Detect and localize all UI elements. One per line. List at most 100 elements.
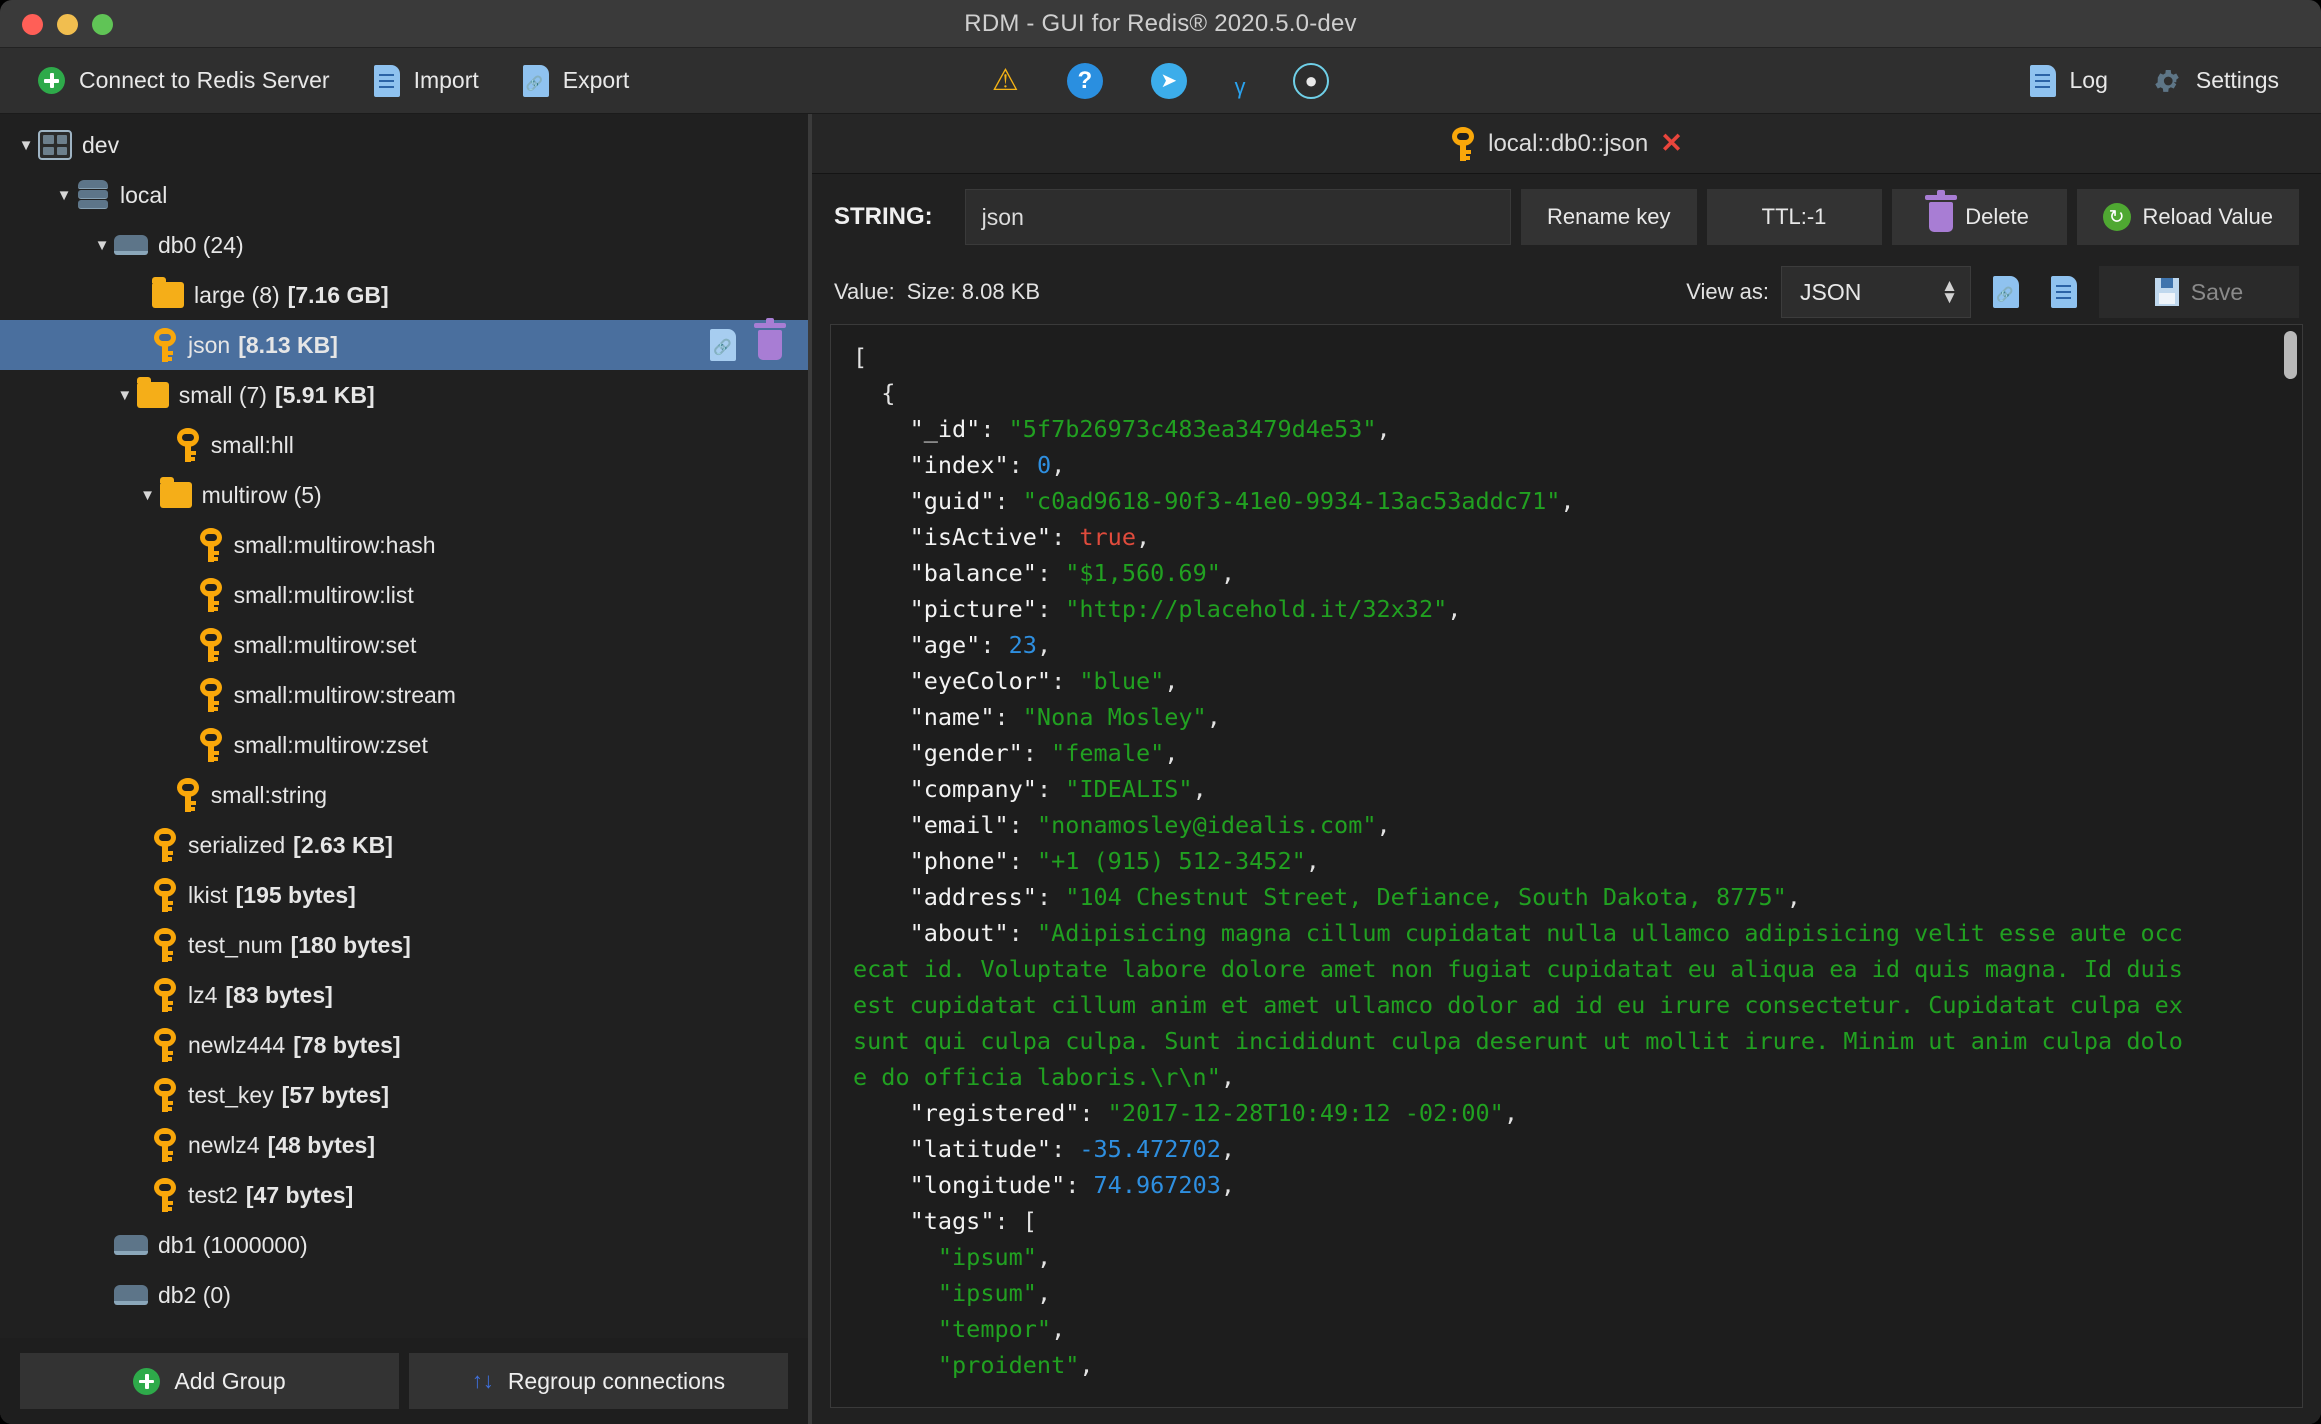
expand-arrow-icon[interactable]: ▼ xyxy=(136,487,160,504)
close-icon[interactable]: ✕ xyxy=(1660,130,1683,157)
server-icon xyxy=(76,179,110,211)
scrollbar-thumb[interactable] xyxy=(2284,331,2297,379)
code-token: : xyxy=(1036,883,1066,911)
code-token: "http://placehold.it/32x32" xyxy=(1065,595,1448,623)
tree-item-db0-24[interactable]: ▼ db0 (24) xyxy=(0,220,808,270)
settings-button[interactable]: Settings xyxy=(2130,48,2301,114)
tree-item-db1-1000000[interactable]: ▼db1 (1000000) xyxy=(0,1220,808,1270)
tree-item-db2-0[interactable]: ▼db2 (0) xyxy=(0,1270,808,1320)
delete-key-button[interactable]: Delete xyxy=(1891,189,2067,245)
connect-label: Connect to Redis Server xyxy=(79,67,330,93)
tree-item-small-multirow-list[interactable]: ▼small:multirow:list xyxy=(0,570,808,620)
key-name-input[interactable]: json xyxy=(964,189,1512,245)
tree-item-newlz444[interactable]: ▼newlz444[78 bytes] xyxy=(0,1020,808,1070)
tree-item-small-7[interactable]: ▼ small (7) [5.91 KB] xyxy=(0,370,808,420)
plus-icon xyxy=(38,67,65,94)
tree-item-size: [195 bytes] xyxy=(235,881,356,908)
tree-item-label: small:multirow:stream xyxy=(233,681,456,708)
tree-item-small-multirow-stream[interactable]: ▼small:multirow:stream xyxy=(0,670,808,720)
rename-key-button[interactable]: Rename key xyxy=(1521,189,1697,245)
code-token: : [ xyxy=(994,1207,1037,1235)
tree-item-large-8[interactable]: ▼large (8)[7.16 GB] xyxy=(0,270,808,320)
code-token: [ xyxy=(853,343,868,371)
connection-tree[interactable]: ▼ dev ▼ local ▼ db0 (24) ▼ large (8) [7.16 GB] ▼ j… xyxy=(0,114,808,1338)
value-viewer[interactable]: [ { "_id": "5f7b26973c483ea3479d4e53", "… xyxy=(830,324,2303,1408)
expand-arrow-icon[interactable]: ▼ xyxy=(90,237,114,254)
tree-item-label: small:multirow:hash xyxy=(233,531,436,558)
github-icon[interactable]: ● xyxy=(1293,62,1330,99)
tree-item-size: [7.16 GB] xyxy=(287,281,389,308)
key-icon xyxy=(198,578,224,612)
value-size-label: Size: 8.08 KB xyxy=(906,279,1041,304)
expand-arrow-icon[interactable]: ▼ xyxy=(113,387,137,404)
tree-item-small-multirow-hash[interactable]: ▼small:multirow:hash xyxy=(0,520,808,570)
code-token: : xyxy=(1051,1135,1080,1163)
code-line: [ xyxy=(853,339,2284,375)
tree-item-size: [2.63 KB] xyxy=(293,831,393,858)
tree-item-small-string[interactable]: ▼small:string xyxy=(0,770,808,820)
tree-item-small-multirow-zset[interactable]: ▼small:multirow:zset xyxy=(0,720,808,770)
minimize-window-button[interactable] xyxy=(57,13,78,35)
tree-item-label: test_num xyxy=(188,931,283,958)
format-value-icon[interactable] xyxy=(2051,276,2077,308)
tree-item-test-num[interactable]: ▼test_num[180 bytes] xyxy=(0,920,808,970)
code-token: : xyxy=(1008,811,1037,839)
add-group-button[interactable]: Add Group xyxy=(20,1353,399,1409)
tree-item-multirow-5[interactable]: ▼ multirow (5) xyxy=(0,470,808,520)
telegram-icon[interactable]: ➤ xyxy=(1150,62,1187,99)
warning-icon[interactable]: ⚠ xyxy=(992,65,1019,96)
connect-to-redis-server-button[interactable]: Connect to Redis Server xyxy=(16,48,352,114)
code-token: : xyxy=(1051,667,1080,695)
regroup-connections-button[interactable]: ↑↓ Regroup connections xyxy=(409,1353,788,1409)
help-icon[interactable]: ? xyxy=(1066,62,1103,99)
ttl-button[interactable]: TTL:-1 xyxy=(1706,189,1882,245)
close-window-button[interactable] xyxy=(22,13,43,35)
tree-item-local[interactable]: ▼ local xyxy=(0,170,808,220)
tree-item-lkist[interactable]: ▼lkist[195 bytes] xyxy=(0,870,808,920)
tree-item-test2[interactable]: ▼test2[47 bytes] xyxy=(0,1170,808,1220)
json-content[interactable]: [ { "_id": "5f7b26973c483ea3479d4e53", "… xyxy=(831,325,2302,1407)
log-button[interactable]: Log xyxy=(2008,48,2130,114)
delete-key-icon[interactable] xyxy=(754,318,786,360)
code-line: "isActive": true, xyxy=(853,519,2284,555)
export-button[interactable]: Export xyxy=(501,48,651,114)
tree-item-json[interactable]: ▼json[8.13 KB] xyxy=(0,318,808,370)
vertical-scrollbar[interactable] xyxy=(2284,331,2297,1191)
tree-item-label: test2 xyxy=(188,1181,238,1208)
expand-arrow-icon[interactable]: ▼ xyxy=(52,187,76,204)
code-token: 23 xyxy=(1008,631,1037,659)
view-as-label: View as: xyxy=(1686,279,1769,304)
code-line: "picture": "http://placehold.it/32x32", xyxy=(853,591,2284,627)
save-button[interactable]: Save xyxy=(2099,266,2299,318)
view-as-select[interactable]: JSON ▲ ▼ xyxy=(1781,266,1971,318)
key-icon xyxy=(175,778,201,812)
tree-item-dev[interactable]: ▼ dev xyxy=(0,120,808,170)
tree-item-small-hll[interactable]: ▼small:hll xyxy=(0,420,808,470)
reload-value-button[interactable]: ↻ Reload Value xyxy=(2076,189,2299,245)
key-icon xyxy=(152,828,178,862)
body-split: ▼ dev ▼ local ▼ db0 (24) ▼ large (8) [7.16 GB] ▼ j… xyxy=(0,114,2321,1424)
copy-key-icon[interactable] xyxy=(703,329,736,361)
database-icon xyxy=(114,1235,148,1255)
tree-item-newlz4[interactable]: ▼newlz4[48 bytes] xyxy=(0,1120,808,1170)
tree-item-small-multirow-set[interactable]: ▼small:multirow:set xyxy=(0,620,808,670)
import-button[interactable]: Import xyxy=(352,48,501,114)
tab-local-db0-json[interactable]: local::db0::json ✕ xyxy=(1436,126,1697,161)
code-line: "company": "IDEALIS", xyxy=(853,771,2284,807)
maximize-window-button[interactable] xyxy=(92,13,113,35)
code-line: e do officia laboris.\r\n", xyxy=(853,1059,2284,1095)
twitter-icon[interactable]: ᵧ xyxy=(1235,65,1245,97)
tree-item-test-key[interactable]: ▼test_key[57 bytes] xyxy=(0,1070,808,1120)
tree-item-label: json xyxy=(188,331,231,358)
code-token: "registered" xyxy=(909,1099,1080,1127)
copy-value-icon[interactable] xyxy=(1993,276,2019,308)
expand-arrow-icon[interactable]: ▼ xyxy=(14,137,38,154)
database-icon xyxy=(114,1285,148,1305)
code-line: "ipsum", xyxy=(853,1275,2284,1311)
tree-item-lz4[interactable]: ▼lz4[83 bytes] xyxy=(0,970,808,1020)
tree-item-serialized[interactable]: ▼serialized[2.63 KB] xyxy=(0,820,808,870)
